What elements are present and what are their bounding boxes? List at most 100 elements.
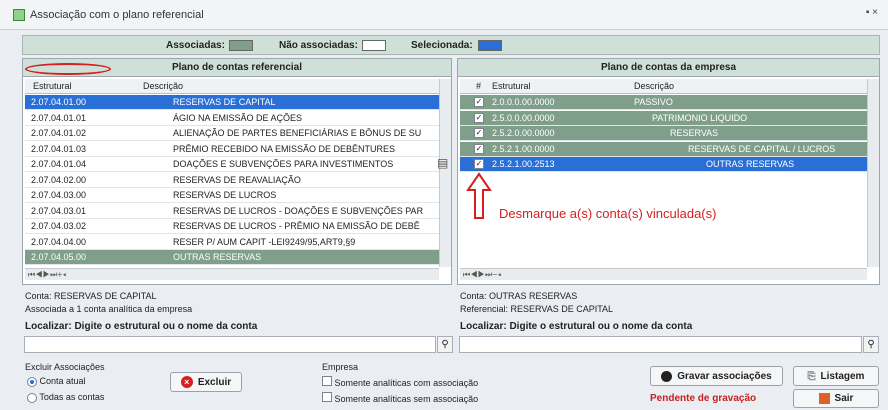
left-info-associada: Associada a 1 conta analítica da empresa <box>25 304 193 314</box>
left-col-estrutural[interactable]: Estrutural <box>33 81 72 91</box>
cell-estrutural: 2.07.04.05.00 <box>31 252 87 262</box>
right-col-check[interactable]: # <box>476 81 481 91</box>
right-search-label: Localizar: Digite o estrutural ou o nome… <box>460 321 693 332</box>
cell-estrutural: 2.07.04.01.03 <box>31 143 87 154</box>
table-row[interactable]: ✓ 2.5.2.0.00.0000 RESERVAS <box>460 126 867 141</box>
legend-associadas-swatch <box>229 40 253 51</box>
radio-conta-atual[interactable]: Conta atual <box>27 376 86 387</box>
left-nav-buttons[interactable]: ⏮ ◀ ▶ ⏭ + ◂ <box>28 270 66 280</box>
checkbox-icon[interactable] <box>322 392 332 402</box>
left-side-handle[interactable]: ▤ <box>437 156 448 170</box>
red-arrow-icon <box>466 172 492 219</box>
cell-estrutural: 2.07.04.01.01 <box>31 112 87 123</box>
listagem-button[interactable]: ⎘ Listagem <box>793 366 879 386</box>
row-checkbox[interactable]: ✓ <box>474 97 484 107</box>
radio-off-icon[interactable] <box>27 392 37 403</box>
right-panel: Plano de contas da empresa # Estrutural … <box>457 58 880 285</box>
right-grid-header: # Estrutural Descrição <box>460 79 867 94</box>
cell-descricao: ALIENAÇÃO DE PARTES BENEFICIÁRIAS E BÔNU… <box>173 128 422 138</box>
window-control-icon[interactable]: ▪ × <box>866 7 878 18</box>
cell-descricao: PATRIMONIO LIQUIDO <box>652 112 748 123</box>
save-icon <box>661 370 673 382</box>
empresa-group-label: Empresa <box>322 362 359 372</box>
cell-estrutural: 2.07.04.01.04 <box>31 159 87 169</box>
cell-descricao: OUTRAS RESERVAS <box>173 252 262 262</box>
radio-on-icon[interactable] <box>27 376 37 387</box>
table-row[interactable]: 2.07.04.02.00 RESERVAS DE REAVALIAÇÃO <box>25 172 439 188</box>
table-row[interactable]: 2.07.04.03.02 RESERVAS DE LUCROS - PRÊMIO… <box>25 219 439 234</box>
cell-descricao: OUTRAS RESERVAS <box>706 159 795 169</box>
cell-descricao: RESERVAS DE LUCROS <box>173 190 277 200</box>
table-row[interactable]: 2.07.04.01.04 DOAÇÕES E SUBVENÇÕES PARA I… <box>25 157 439 172</box>
cell-descricao: RESERVAS <box>670 128 719 138</box>
legend-bar: Associadas: Não associadas: Selecionada: <box>22 35 880 55</box>
right-search-input[interactable] <box>459 336 862 353</box>
table-row[interactable]: 2.07.04.01.01 ÁGIO NA EMISSÃO DE AÇÕES <box>25 110 439 126</box>
legend-nao-associadas-swatch <box>362 40 386 51</box>
magnifier-icon: ⚲ <box>867 339 875 350</box>
table-row[interactable]: ✓ 2.5.0.0.00.0000 PATRIMONIO LIQUIDO <box>460 110 867 126</box>
cell-estrutural: 2.07.04.04.00 <box>31 236 87 247</box>
table-row[interactable]: 2.07.04.03.01 RESERVAS DE LUCROS - DOAÇÕE… <box>25 203 439 219</box>
cell-estrutural: 2.07.04.03.00 <box>31 190 87 200</box>
cell-estrutural: 2.5.2.1.00.0000 <box>492 143 555 154</box>
table-row[interactable]: 2.07.04.01.00 RESERVAS DE CAPITAL <box>25 95 439 110</box>
excluir-button-label: Excluir <box>197 376 232 388</box>
row-checkbox[interactable]: ✓ <box>474 128 484 138</box>
table-row[interactable]: 2.07.04.04.00 RESER P/ AUM CAPIT -LEI9249… <box>25 234 439 250</box>
magnifier-icon: ⚲ <box>441 339 449 350</box>
row-checkbox[interactable]: ✓ <box>474 143 484 154</box>
pendente-status: Pendente de gravação <box>650 393 757 404</box>
cell-estrutural: 2.5.2.0.00.0000 <box>492 128 555 138</box>
cell-estrutural: 2.07.04.01.00 <box>31 97 87 107</box>
right-search-button[interactable]: ⚲ <box>863 336 879 353</box>
right-info-conta: Conta: OUTRAS RESERVAS <box>460 291 578 301</box>
table-row[interactable]: ✓ 2.0.0.0.00.0000 PASSIVO <box>460 95 867 110</box>
row-checkbox[interactable]: ✓ <box>474 112 484 123</box>
cell-estrutural: 2.07.04.01.02 <box>31 128 87 138</box>
left-col-descricao[interactable]: Descrição <box>143 81 183 91</box>
legend-selecionada-swatch <box>478 40 502 51</box>
exit-icon <box>818 393 830 404</box>
left-panel: Plano de contas referencial Estrutural D… <box>22 58 452 285</box>
table-row[interactable]: 2.07.04.03.00 RESERVAS DE LUCROS <box>25 188 439 203</box>
cell-estrutural: 2.5.0.0.00.0000 <box>492 112 555 123</box>
cell-descricao: ÁGIO NA EMISSÃO DE AÇÕES <box>173 112 303 123</box>
gravar-button-label: Gravar associações <box>677 370 772 382</box>
sair-button[interactable]: Sair <box>793 389 879 408</box>
check-somente-com[interactable]: Somente analíticas com associação <box>322 376 478 388</box>
legend-selecionada-label: Selecionada: <box>411 40 473 51</box>
table-row[interactable]: ✓ 2.5.2.1.00.2513 OUTRAS RESERVAS <box>460 157 867 172</box>
table-row[interactable]: ✓ 2.5.2.1.00.0000 RESERVAS DE CAPITAL / LU… <box>460 141 867 157</box>
check-somente-com-label: Somente analíticas com associação <box>334 378 479 388</box>
excluir-button[interactable]: × Excluir <box>170 372 242 392</box>
right-col-estrutural[interactable]: Estrutural <box>492 81 531 91</box>
left-info-conta: Conta: RESERVAS DE CAPITAL <box>25 291 157 301</box>
right-nav-buttons[interactable]: ⏮ ◀ ▶ ⏭ − ◂ <box>463 270 501 280</box>
left-search-input[interactable] <box>24 336 436 353</box>
listagem-button-label: Listagem <box>820 370 865 382</box>
table-row[interactable]: 2.07.04.05.00 OUTRAS RESERVAS <box>25 250 439 265</box>
right-col-descricao[interactable]: Descrição <box>634 81 674 91</box>
gravar-associacoes-button[interactable]: Gravar associações <box>650 366 783 386</box>
check-somente-sem[interactable]: Somente analíticas sem associação <box>322 392 478 404</box>
cell-descricao: RESERVAS DE LUCROS - DOAÇÕES E SUBVENÇÕE… <box>173 205 424 216</box>
excluir-group-label: Excluir Associações <box>25 362 105 372</box>
right-info-referencial: Referencial: RESERVAS DE CAPITAL <box>460 304 614 314</box>
table-row[interactable]: 2.07.04.01.03 PRÊMIO RECEBIDO NA EMISSÃO … <box>25 141 439 157</box>
left-horizontal-scrollbar[interactable]: ⏮ ◀ ▶ ⏭ + ◂ <box>25 268 439 280</box>
checkbox-icon[interactable] <box>322 376 332 386</box>
left-search-label: Localizar: Digite o estrutural ou o nome… <box>25 321 258 332</box>
sair-button-label: Sair <box>834 393 854 404</box>
annotation-text: Desmarque a(s) conta(s) vinculada(s) <box>499 206 717 221</box>
cell-estrutural: 2.07.04.03.02 <box>31 221 87 231</box>
right-vertical-scrollbar[interactable] <box>867 79 879 267</box>
table-row[interactable]: 2.07.04.01.02 ALIENAÇÃO DE PARTES BENEFIC… <box>25 126 439 141</box>
left-vertical-scrollbar[interactable] <box>439 79 451 267</box>
cell-descricao: RESERVAS DE LUCROS - PRÊMIO NA EMISSÃO D… <box>173 221 420 231</box>
row-checkbox[interactable]: ✓ <box>474 159 484 169</box>
radio-todas-contas[interactable]: Todas as contas <box>27 392 104 403</box>
delete-icon: × <box>180 376 193 388</box>
left-search-button[interactable]: ⚲ <box>437 336 453 353</box>
right-horizontal-scrollbar[interactable]: ⏮ ◀ ▶ ⏭ − ◂ <box>460 268 867 280</box>
